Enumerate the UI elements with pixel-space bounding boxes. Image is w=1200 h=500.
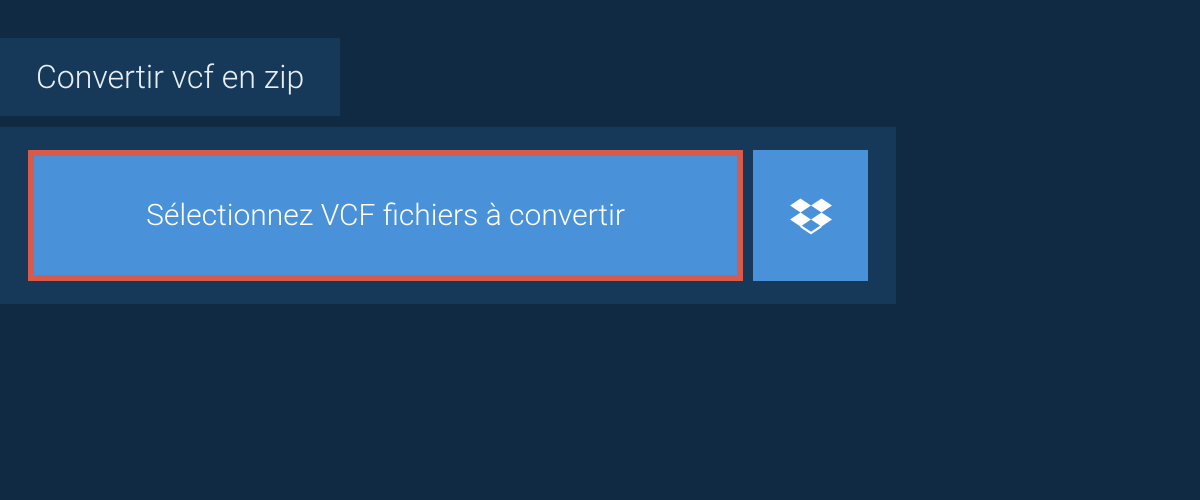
upload-panel: Sélectionnez VCF fichiers à convertir: [0, 127, 896, 304]
tab-convert[interactable]: Convertir vcf en zip: [0, 38, 340, 116]
select-files-button[interactable]: Sélectionnez VCF fichiers à convertir: [28, 150, 743, 281]
select-files-label: Sélectionnez VCF fichiers à convertir: [146, 198, 625, 233]
tab-label: Convertir vcf en zip: [36, 58, 304, 96]
dropbox-button[interactable]: [753, 150, 868, 281]
dropbox-icon: [790, 195, 832, 237]
tab-container: Convertir vcf en zip: [0, 38, 340, 116]
